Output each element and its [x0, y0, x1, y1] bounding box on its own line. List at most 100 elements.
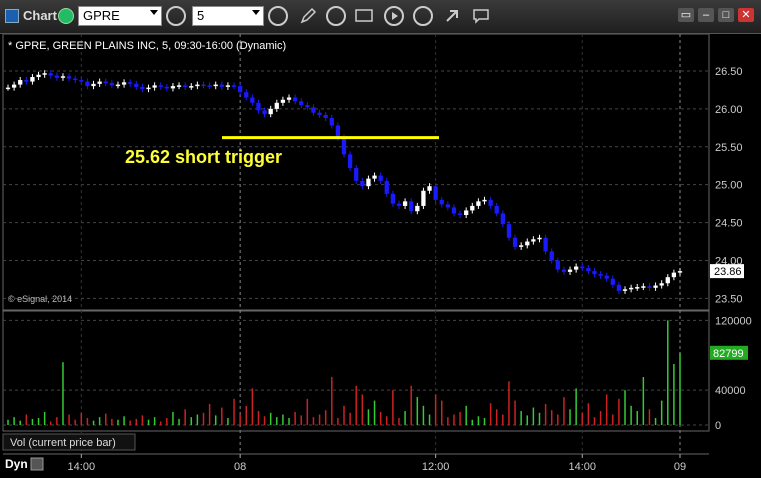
candle-body	[457, 213, 463, 216]
candle-body	[378, 175, 383, 181]
price-tick-label: 23.50	[715, 293, 743, 305]
candle-body	[195, 84, 200, 87]
session-dividers	[80, 34, 681, 454]
candle-body	[616, 284, 622, 291]
time-tick-label: 12:00	[422, 461, 450, 473]
candle-body	[213, 84, 218, 87]
candle-body	[354, 168, 359, 181]
comment-icon[interactable]	[471, 6, 491, 26]
candle-body	[183, 85, 188, 87]
candle-body	[219, 84, 224, 87]
trigger-annotation: 25.62 short trigger	[125, 147, 282, 167]
chevron-down-icon[interactable]	[150, 10, 158, 15]
candle-body	[347, 154, 353, 169]
last-volume-label: 82799	[713, 348, 744, 360]
time-tick-label: 14:00	[568, 461, 596, 473]
candle-body	[433, 186, 438, 200]
volume-tick-label: 0	[715, 420, 721, 432]
price-tick-label: 25.50	[715, 142, 743, 154]
volume-axis-ticks: 120000 40000 0	[715, 315, 752, 432]
cursor-icon[interactable]	[442, 6, 462, 26]
time-tick-label: 14:00	[68, 461, 96, 473]
candle-body	[604, 275, 609, 279]
candle-body	[494, 205, 499, 214]
candle-body	[512, 237, 518, 247]
maximize-button[interactable]: □	[718, 8, 734, 22]
gridlines	[3, 70, 709, 426]
candle-body	[85, 81, 90, 87]
candle-body	[299, 101, 304, 106]
candle-body	[598, 274, 603, 276]
price-tick-label: 25.00	[715, 180, 743, 192]
symbol-input[interactable]: GPRE	[78, 6, 162, 26]
candle-body	[610, 278, 615, 285]
candle-body	[519, 245, 524, 247]
candle-body	[48, 73, 53, 76]
minimize-button[interactable]: –	[698, 8, 714, 22]
pencil-icon[interactable]	[298, 6, 318, 26]
candle-body	[189, 86, 194, 88]
candle-body	[103, 81, 108, 84]
time-tick-label: 09	[674, 461, 686, 473]
chart-app-icon[interactable]	[5, 9, 19, 23]
candle-body	[543, 237, 548, 252]
candle-body	[592, 271, 597, 275]
candle-body	[292, 97, 298, 102]
candle-body	[91, 83, 96, 87]
volume-study-label: Vol (current price bar)	[10, 437, 116, 449]
candle-body	[140, 86, 145, 90]
candle-body	[537, 237, 542, 240]
candle-body	[372, 175, 377, 179]
interval-chevron-icon[interactable]	[252, 10, 260, 15]
candle-body	[586, 268, 591, 272]
restore-button[interactable]: ▭	[678, 8, 694, 22]
settings-gear-icon[interactable]	[166, 6, 186, 26]
candle-body	[415, 205, 420, 212]
candle-body	[305, 105, 310, 108]
candle-body	[506, 224, 512, 238]
candle-body	[66, 76, 72, 79]
candle-body	[659, 283, 664, 286]
price-chart[interactable]: 26.5026.0025.5025.0024.5024.0023.50 1200…	[0, 34, 761, 478]
clock-icon[interactable]	[268, 6, 288, 26]
candle-body	[580, 266, 585, 269]
candle-body	[5, 87, 11, 90]
candle-body	[18, 80, 23, 85]
candle-body	[635, 287, 640, 289]
refresh-icon[interactable]	[326, 6, 346, 26]
candle-body	[268, 108, 273, 115]
candle-body	[439, 199, 444, 205]
candle-body	[470, 205, 475, 211]
candle-body	[24, 80, 29, 82]
candle-body	[146, 87, 151, 90]
alert-icon[interactable]	[413, 6, 433, 26]
candle-body	[30, 77, 35, 82]
candle-body	[158, 85, 163, 87]
link-icon[interactable]	[58, 8, 74, 24]
dyn-label: Dyn	[5, 457, 28, 471]
play-icon[interactable]	[384, 6, 404, 26]
candle-body	[54, 75, 60, 78]
candle-body	[207, 85, 212, 87]
candle-body	[256, 102, 261, 111]
volume-tick-label: 120000	[715, 315, 752, 327]
candle-body	[262, 110, 267, 115]
price-tick-label: 26.00	[715, 104, 743, 116]
candle-body	[36, 74, 41, 78]
quote-icon[interactable]	[354, 6, 374, 26]
app-label: Chart	[23, 8, 57, 23]
time-axis-ticks: 14:00 08 12:00 14:00 09	[68, 454, 686, 473]
candle-body	[225, 85, 231, 87]
candle-body	[653, 285, 658, 288]
copyright: © eSignal, 2014	[8, 294, 72, 304]
candle-body	[42, 73, 47, 75]
price-tick-label: 24.50	[715, 218, 743, 230]
candle-body	[134, 83, 139, 87]
volume-tick-label: 40000	[715, 385, 746, 397]
interval-input[interactable]: 5	[192, 6, 264, 26]
dyn-toggle-icon[interactable]	[30, 457, 44, 471]
close-button[interactable]: ✕	[738, 8, 754, 22]
candle-body	[317, 112, 322, 115]
candle-body	[170, 86, 176, 89]
candle-body	[97, 81, 102, 84]
